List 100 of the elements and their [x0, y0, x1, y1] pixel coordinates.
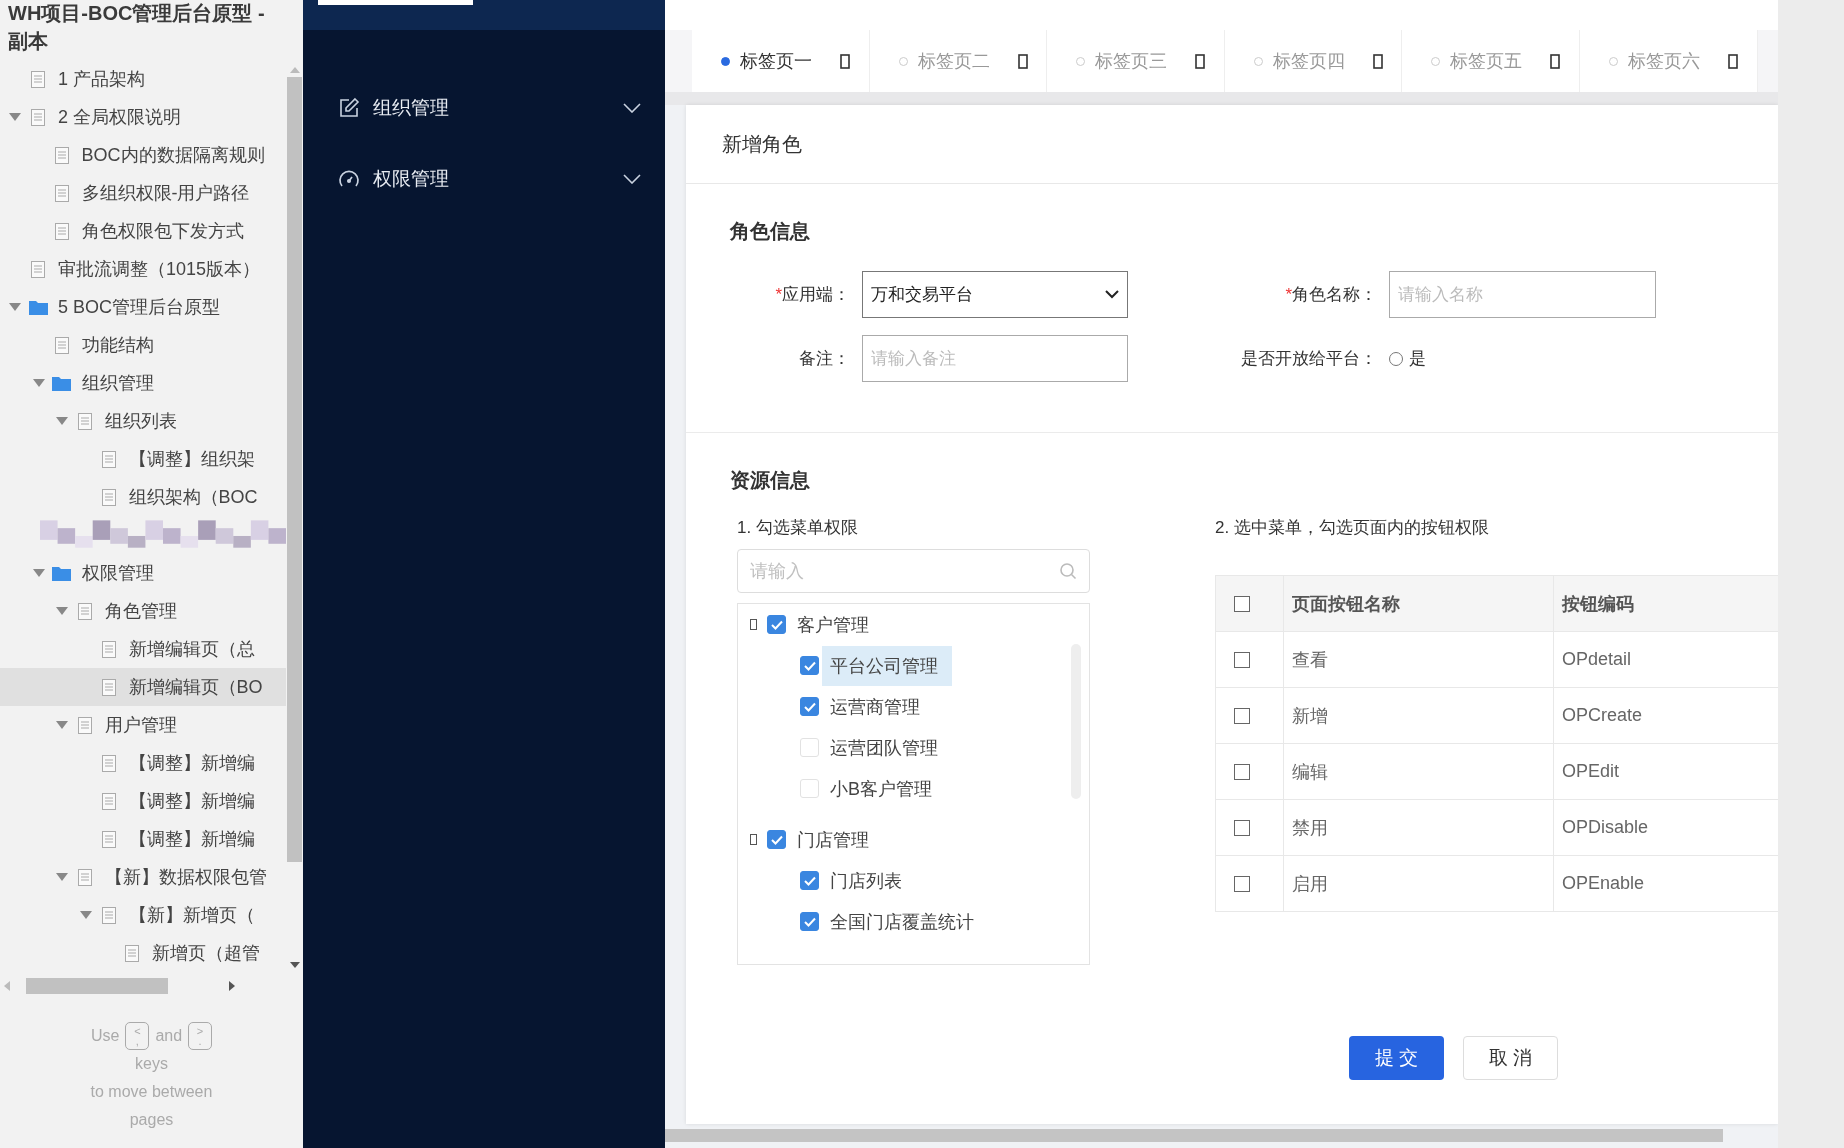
- checkbox[interactable]: [1234, 875, 1250, 892]
- scrollbar-thumb[interactable]: [665, 1129, 1723, 1142]
- folder-icon: [28, 299, 48, 315]
- tree-item[interactable]: 多组织权限-用户路径: [0, 174, 286, 212]
- checkbox[interactable]: [1234, 595, 1250, 612]
- tree-item[interactable]: 组织管理: [0, 364, 286, 402]
- tree-item[interactable]: 【新】数据权限包管: [0, 858, 286, 896]
- tree-item[interactable]: 【调整】新增编: [0, 820, 286, 858]
- triangle-down-icon[interactable]: [32, 379, 45, 387]
- tab[interactable]: 标签页一: [692, 30, 870, 92]
- tree-item[interactable]: BOC内的数据隔离规则: [0, 136, 286, 174]
- cancel-button[interactable]: 取 消: [1463, 1036, 1558, 1080]
- field-label: 是否开放给平台：: [1240, 348, 1377, 370]
- page-icon: [101, 906, 116, 924]
- tree-node[interactable]: 运营商管理: [822, 686, 928, 727]
- tree-node[interactable]: 客户管理: [789, 604, 877, 645]
- triangle-down-icon[interactable]: [79, 911, 92, 919]
- tree-item[interactable]: 权限管理: [0, 554, 286, 592]
- box-icon[interactable]: [840, 53, 850, 69]
- triangle-down-icon[interactable]: [32, 569, 45, 577]
- submit-button[interactable]: 提 交: [1349, 1036, 1444, 1080]
- chevron-down-icon: [1105, 290, 1119, 299]
- folder-icon: [52, 565, 71, 581]
- tree-node[interactable]: 门店管理: [789, 819, 877, 860]
- page-icon: [31, 70, 45, 88]
- arrow-right-icon[interactable]: [229, 981, 235, 991]
- tree-node[interactable]: 运营团队管理: [822, 727, 946, 768]
- box-icon[interactable]: [750, 619, 757, 630]
- arrow-down-icon[interactable]: [289, 962, 300, 968]
- triangle-down-icon[interactable]: [56, 417, 68, 425]
- table-cell: 编辑: [1283, 743, 1554, 800]
- section-title: 角色信息: [730, 219, 811, 244]
- edit-icon: [338, 96, 360, 119]
- tree-item[interactable]: 5 BOC管理后台原型: [0, 288, 286, 326]
- box-icon[interactable]: [1017, 53, 1028, 69]
- tree-item[interactable]: 【新】新增页（: [0, 896, 286, 934]
- step-heading: 2. 选中菜单，勾选页面内的按钮权限: [1215, 517, 1490, 539]
- checkbox[interactable]: [1234, 707, 1250, 724]
- folder-icon: [52, 375, 71, 391]
- triangle-down-icon[interactable]: [56, 607, 68, 615]
- tree-item[interactable]: 用户管理: [0, 706, 286, 744]
- page-icon: [101, 678, 116, 696]
- page-icon: [31, 108, 45, 126]
- key-icon: > .: [188, 1022, 213, 1050]
- box-icon[interactable]: [1195, 53, 1206, 69]
- checkbox[interactable]: [800, 912, 819, 931]
- hint-text: pages: [129, 1110, 174, 1130]
- checkbox[interactable]: [800, 656, 819, 675]
- tree-item[interactable]: 角色权限包下发方式: [0, 212, 286, 250]
- select-field[interactable]: 万和交易平台: [862, 271, 1128, 318]
- tree-item[interactable]: 2 全局权限说明: [0, 98, 286, 136]
- tree-node[interactable]: 全国门店覆盖统计: [822, 901, 982, 942]
- box-icon[interactable]: [750, 834, 757, 845]
- page-icon: [54, 222, 69, 240]
- page-icon: [78, 602, 92, 620]
- checkbox[interactable]: [1234, 763, 1250, 780]
- tree-item[interactable]: 【调整】组织架: [0, 440, 286, 478]
- page-icon: [78, 868, 92, 886]
- checkbox[interactable]: [800, 697, 819, 716]
- page-icon: [78, 716, 92, 734]
- tree-item[interactable]: 【调整】新增编: [0, 744, 286, 782]
- box-icon[interactable]: [1372, 53, 1383, 69]
- triangle-down-icon[interactable]: [9, 113, 21, 121]
- page-icon: [54, 336, 69, 354]
- checkbox[interactable]: [1234, 819, 1250, 836]
- tree-item[interactable]: 组织架构（BOC: [0, 478, 286, 516]
- checkbox[interactable]: [800, 871, 819, 890]
- tree-node[interactable]: 平台公司管理: [822, 645, 952, 686]
- menu-item[interactable]: 组织管理: [303, 72, 665, 143]
- page-icon: [101, 754, 116, 772]
- column-header: 页面按钮名称: [1283, 575, 1554, 632]
- tree-item[interactable]: 功能结构: [0, 326, 286, 364]
- box-icon[interactable]: [1550, 53, 1561, 69]
- check-icon: [803, 875, 816, 886]
- chevron-down-icon: [623, 102, 641, 113]
- tree-item[interactable]: 审批流调整（1015版本）: [0, 250, 286, 288]
- tree-node[interactable]: 小B客户管理: [822, 768, 940, 809]
- tree-item[interactable]: 新增页（超管: [0, 934, 286, 972]
- tree-item[interactable]: 1 产品架构: [0, 60, 286, 98]
- tree-item[interactable]: 新增编辑页（总: [0, 630, 286, 668]
- triangle-down-icon[interactable]: [56, 721, 68, 729]
- checkbox[interactable]: [767, 615, 786, 634]
- scrollbar-thumb[interactable]: [287, 77, 302, 862]
- tree-item[interactable]: 【调整】新增编: [0, 782, 286, 820]
- scrollbar-thumb[interactable]: [26, 978, 168, 994]
- tree-item[interactable]: 组织列表: [0, 402, 286, 440]
- radio-label[interactable]: 是: [1409, 347, 1426, 370]
- hint-text: Use: [90, 1026, 120, 1046]
- menu-item[interactable]: 权限管理: [303, 143, 665, 214]
- page-icon: [78, 412, 92, 430]
- tree-item[interactable]: 新增编辑页（BO: [0, 668, 286, 706]
- checkbox[interactable]: [767, 830, 786, 849]
- box-icon[interactable]: [1727, 53, 1738, 69]
- field-label: 备注：: [798, 348, 850, 370]
- tree-node[interactable]: 门店列表: [822, 860, 910, 901]
- tree-item[interactable]: 角色管理: [0, 592, 286, 630]
- page-icon: [101, 792, 116, 810]
- checkbox[interactable]: [1234, 651, 1250, 668]
- triangle-down-icon[interactable]: [9, 303, 21, 311]
- triangle-down-icon[interactable]: [56, 873, 68, 881]
